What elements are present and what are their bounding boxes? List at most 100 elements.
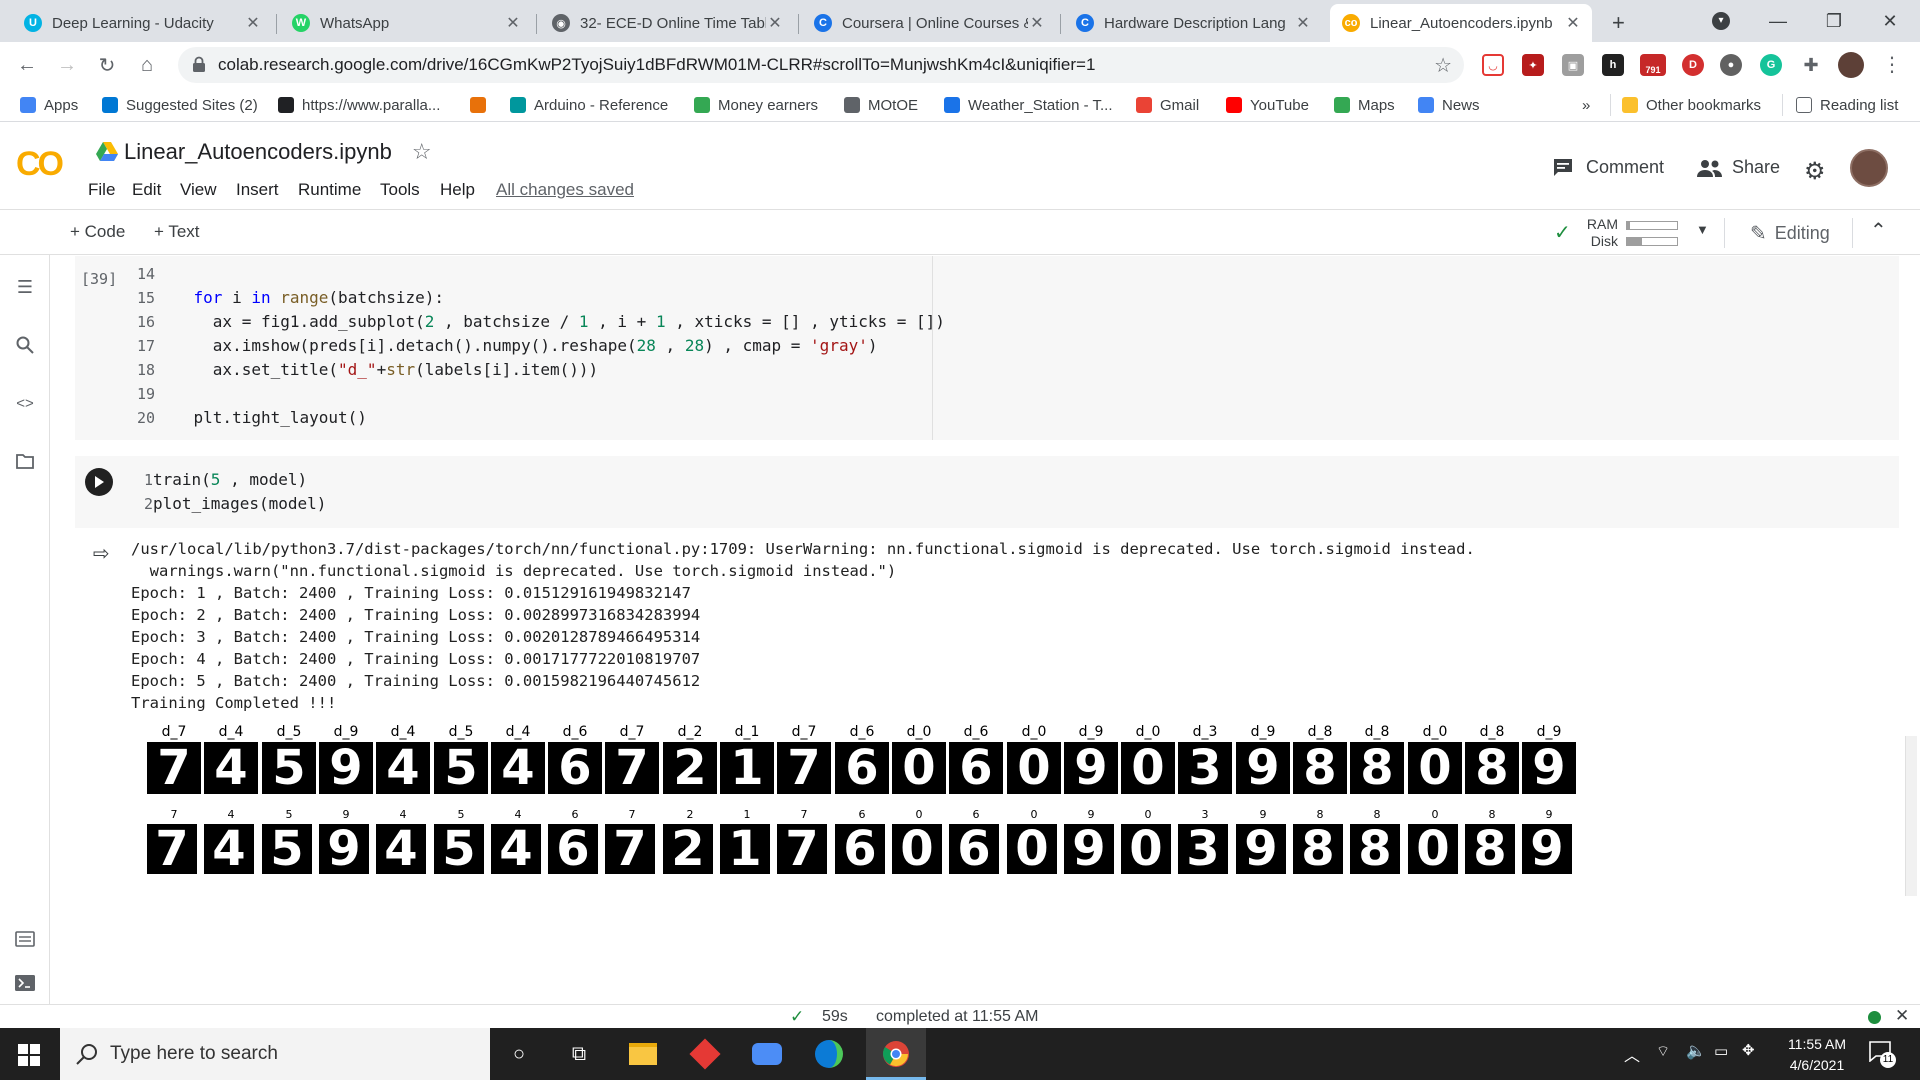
bookmark-item[interactable]: Arduino - Reference (510, 95, 668, 115)
app-red-diamond-icon[interactable] (688, 1038, 722, 1070)
user-avatar[interactable] (1850, 149, 1888, 187)
file-explorer-icon[interactable] (626, 1038, 660, 1070)
settings-gear-icon[interactable]: ⚙ (1804, 157, 1826, 186)
windows-start-icon[interactable] (18, 1044, 40, 1071)
code-cell-1[interactable]: [39] 14 15 for i in range(batchsize): 16 a… (75, 256, 1899, 440)
bookmark-item[interactable]: News (1418, 95, 1480, 115)
run-cell-button[interactable] (85, 468, 113, 496)
lock-icon[interactable] (192, 56, 206, 72)
notebook-title[interactable]: Linear_Autoencoders.ipynb (124, 139, 392, 165)
bookmark-item[interactable]: Suggested Sites (2) (102, 95, 258, 115)
menu-help[interactable]: Help (440, 180, 475, 200)
bookmark-item[interactable]: Apps (20, 95, 78, 115)
back-icon[interactable]: ← (10, 48, 44, 82)
runtime-dropdown-icon[interactable]: ▼ (1696, 222, 1709, 237)
language-icon[interactable]: ✥ (1742, 1041, 1755, 1059)
tab-close-icon[interactable]: ✕ (1294, 13, 1312, 33)
table-of-contents-icon[interactable]: ☰ (13, 275, 37, 299)
other-bookmarks-folder[interactable]: Other bookmarks (1622, 95, 1761, 115)
tab-close-icon[interactable]: ✕ (1028, 13, 1046, 33)
circle-extension-icon[interactable]: ● (1720, 54, 1742, 76)
menu-file[interactable]: File (88, 180, 115, 200)
task-view-icon[interactable]: ⧉ (562, 1038, 596, 1070)
bookmark-item[interactable]: Gmail (1136, 95, 1199, 115)
add-code-button[interactable]: + Code (70, 222, 125, 242)
forward-icon[interactable]: → (50, 48, 84, 82)
menu-insert[interactable]: Insert (236, 180, 279, 200)
command-palette-icon[interactable] (13, 927, 37, 951)
tab-close-icon[interactable]: ✕ (244, 13, 262, 33)
close-status-icon[interactable]: ✕ (1895, 1006, 1909, 1026)
dark-extension-icon[interactable]: h (1602, 54, 1624, 76)
browser-tab[interactable]: co Linear_Autoencoders.ipynb ✕ (1330, 4, 1592, 42)
taskbar-search-box[interactable]: Type here to search (60, 1028, 490, 1080)
volume-icon[interactable]: 🔈 (1686, 1041, 1706, 1061)
tab-search-icon[interactable]: ▾ (1712, 12, 1730, 30)
browser-tab[interactable]: ◉ 32- ECE-D Online Time Tabl ✕ (540, 4, 794, 42)
browser-tab[interactable]: C Hardware Description Lang ✕ (1064, 4, 1322, 42)
bookmark-item[interactable]: Maps (1334, 95, 1395, 115)
cell1-code[interactable]: 14 15 for i in range(batchsize): 16 ax = f… (133, 262, 945, 430)
notification-center-icon[interactable]: 11 (1868, 1040, 1898, 1068)
address-bar[interactable]: colab.research.google.com/drive/16CGmKwP… (178, 47, 1464, 83)
d-extension-icon[interactable]: D (1682, 54, 1704, 76)
battery-icon[interactable]: ▭ (1714, 1042, 1728, 1060)
cell2-code[interactable]: 1train(5 , model) 2plot_images(model) (139, 468, 326, 516)
output-clear-icon[interactable]: ⇨ (93, 541, 110, 566)
shield-extension-icon[interactable]: ✦ (1522, 54, 1544, 76)
minimize-icon[interactable]: — (1750, 0, 1806, 42)
editing-mode-button[interactable]: ✎ Editing (1750, 221, 1830, 246)
bookmark-item[interactable]: Weather_Station - T... (944, 95, 1113, 115)
tab-close-icon[interactable]: ✕ (504, 13, 522, 33)
files-folder-icon[interactable] (13, 449, 37, 473)
code-cell-2[interactable]: 1train(5 , model) 2plot_images(model) (75, 456, 1899, 528)
edge-browser-icon[interactable] (812, 1038, 846, 1070)
bookmark-item[interactable]: https://www.paralla... (278, 95, 440, 115)
reading-list-button[interactable]: Reading list (1796, 95, 1898, 115)
bookmark-item[interactable] (470, 95, 494, 115)
output-scrollbar[interactable] (1905, 736, 1917, 896)
tab-close-icon[interactable]: ✕ (766, 13, 784, 33)
cloud-app-icon[interactable] (750, 1038, 784, 1070)
star-icon[interactable]: ☆ (412, 139, 432, 165)
bookmark-star-icon[interactable]: ☆ (1434, 53, 1452, 78)
extensions-puzzle-icon[interactable]: ✚ (1800, 54, 1822, 76)
share-button[interactable]: Share (1696, 157, 1780, 178)
more-bookmarks-button[interactable]: » (1582, 95, 1590, 115)
chrome-taskbar-button[interactable] (866, 1028, 926, 1080)
puzzle-extension-icon[interactable]: ▣ (1562, 54, 1584, 76)
cortana-icon[interactable]: ○ (502, 1038, 536, 1070)
menu-tools[interactable]: Tools (380, 180, 420, 200)
browser-tab[interactable]: C Coursera | Online Courses & ✕ (802, 4, 1056, 42)
close-window-icon[interactable]: ✕ (1862, 0, 1918, 42)
menu-view[interactable]: View (180, 180, 217, 200)
bookmark-item[interactable]: Money earners (694, 95, 818, 115)
home-icon[interactable]: ⌂ (130, 48, 164, 82)
terminal-icon[interactable] (13, 971, 37, 995)
menu-runtime[interactable]: Runtime (298, 180, 361, 200)
wifi-icon[interactable]: ⌔ (1656, 1042, 1670, 1061)
code-snippets-icon[interactable]: <> (13, 391, 37, 415)
bookmark-item[interactable]: MOtOE (844, 95, 918, 115)
profile-avatar-icon[interactable] (1838, 52, 1864, 78)
pocket-extension-icon[interactable]: ◡ (1482, 54, 1504, 76)
new-tab-button[interactable]: + (1612, 10, 1625, 36)
collapse-header-icon[interactable]: ⌃ (1870, 218, 1887, 243)
add-text-button[interactable]: + Text (154, 222, 200, 242)
save-status[interactable]: All changes saved (496, 180, 634, 200)
browser-tab[interactable]: U Deep Learning - Udacity ✕ (12, 4, 272, 42)
maximize-icon[interactable]: ❐ (1806, 0, 1862, 42)
calendar-extension-icon[interactable]: 791 (1640, 54, 1666, 76)
browser-tab[interactable]: W WhatsApp ✕ (280, 4, 532, 42)
bookmark-item[interactable]: YouTube (1226, 95, 1309, 115)
search-icon[interactable] (13, 333, 37, 357)
colab-logo[interactable]: CO (16, 145, 64, 184)
tab-close-icon[interactable]: ✕ (1564, 13, 1582, 33)
ram-disk-labels[interactable]: RAM Disk (1582, 216, 1618, 250)
menu-edit[interactable]: Edit (132, 180, 161, 200)
show-hidden-icons[interactable]: ︿ (1624, 1042, 1640, 1066)
comment-button[interactable]: Comment (1552, 157, 1664, 178)
browser-menu-icon[interactable]: ⋮ (1882, 52, 1902, 77)
reload-icon[interactable]: ↻ (90, 48, 124, 82)
clock[interactable]: 11:55 AM 4/6/2021 (1772, 1034, 1862, 1076)
